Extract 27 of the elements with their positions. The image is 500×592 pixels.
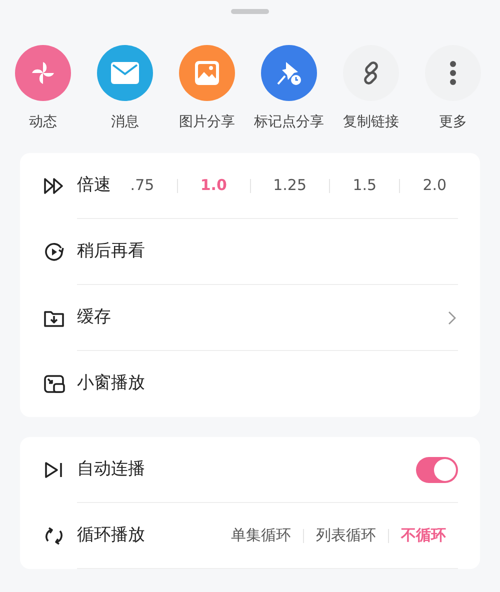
drag-handle[interactable] — [231, 9, 269, 14]
setting-label: 小窗播放 — [77, 372, 145, 396]
pinwheel-icon — [29, 59, 57, 87]
speed-option[interactable]: 2.0 — [422, 174, 447, 197]
share-label: 动态 — [29, 113, 57, 131]
share-label: 标记点分享 — [254, 113, 324, 131]
setting-label: 倍速 — [77, 174, 111, 197]
setting-label: 缓存 — [77, 306, 111, 329]
setting-label: 稍后再看 — [77, 240, 145, 263]
speed-option[interactable]: 1.25 — [273, 174, 307, 197]
share-label: 图片分享 — [179, 113, 235, 131]
loop-option[interactable]: 单集循环 — [231, 524, 291, 547]
mini-window-icon — [42, 372, 66, 396]
setting-label: 自动连播 — [77, 458, 145, 481]
more-icon — [449, 60, 457, 86]
toggle-switch[interactable] — [416, 456, 458, 482]
share-label: 消息 — [111, 113, 139, 131]
share-label: 更多 — [439, 113, 467, 131]
envelope-icon — [111, 62, 139, 84]
speed-option[interactable]: .75 — [130, 174, 154, 197]
chevron-right-icon[interactable] — [448, 310, 456, 324]
image-icon — [194, 60, 220, 86]
share-label: 复制链接 — [343, 113, 399, 131]
play-circle-icon — [42, 240, 66, 264]
loop-option[interactable]: 列表循环 — [316, 524, 376, 547]
speed-option[interactable]: 1.5 — [352, 174, 377, 197]
setting-label: 循环播放 — [77, 524, 145, 547]
